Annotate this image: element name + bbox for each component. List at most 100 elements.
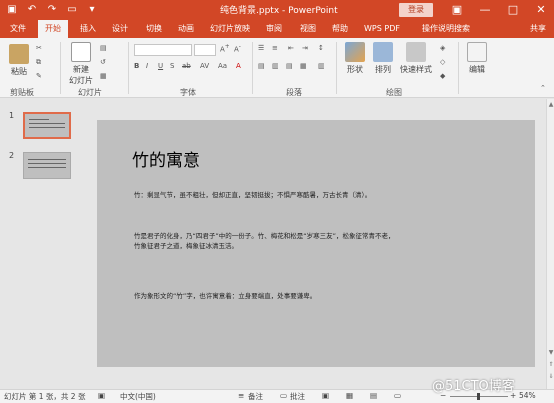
reading-view-icon[interactable]: ▤ bbox=[370, 391, 377, 400]
columns-icon[interactable]: ▥ bbox=[318, 62, 325, 74]
window-title: 纯色背景.pptx - PowerPoint bbox=[220, 6, 338, 16]
reset-icon[interactable]: ↺ bbox=[100, 58, 106, 70]
language-status[interactable]: 中文(中国) bbox=[120, 391, 156, 402]
align-center-icon[interactable]: ▥ bbox=[272, 62, 279, 74]
slide-paragraph-1[interactable]: 竹：剩显气节，虽不粗壮，但却正直，坚韧挺拔；不惧严寒酷暑，万古长青（清）。 bbox=[134, 190, 371, 200]
cut-icon[interactable]: ✂ bbox=[36, 44, 42, 56]
tell-me-search[interactable]: 操作说明搜索 bbox=[412, 20, 480, 38]
align-left-icon[interactable]: ▤ bbox=[258, 62, 265, 74]
quick-styles-button[interactable]: 快速样式 bbox=[398, 42, 434, 75]
comments-icon[interactable]: ▭ bbox=[280, 391, 287, 400]
tab-slideshow[interactable]: 幻灯片放映 bbox=[204, 20, 256, 38]
comments-button[interactable]: 批注 bbox=[290, 391, 305, 402]
undo-icon[interactable]: ↶ bbox=[24, 2, 40, 18]
ribbon-display-options-icon[interactable]: ▣ bbox=[444, 0, 470, 20]
decrease-indent-icon[interactable]: ⇤ bbox=[288, 44, 294, 56]
save-icon[interactable]: ▣ bbox=[4, 2, 20, 18]
font-name-box[interactable] bbox=[134, 44, 192, 56]
editing-button[interactable]: 编辑 bbox=[464, 42, 490, 75]
shapes-icon bbox=[345, 42, 365, 62]
tab-help[interactable]: 帮助 bbox=[326, 20, 354, 38]
start-slideshow-icon[interactable]: ▭ bbox=[64, 2, 80, 18]
previous-slide-icon[interactable]: ⇑ bbox=[547, 361, 554, 369]
arrange-label: 排列 bbox=[375, 65, 391, 74]
shapes-button[interactable]: 形状 bbox=[342, 42, 368, 75]
spellcheck-icon[interactable]: ▣ bbox=[98, 391, 105, 400]
redo-icon[interactable]: ↷ bbox=[44, 2, 60, 18]
customize-qat-icon[interactable]: ▾ bbox=[84, 2, 100, 18]
scroll-up-icon[interactable]: ▲ bbox=[547, 101, 554, 109]
quick-access-toolbar: ▣ ↶ ↷ ▭ ▾ bbox=[4, 2, 104, 18]
font-color-icon[interactable]: A bbox=[236, 62, 241, 74]
tab-view[interactable]: 视图 bbox=[294, 20, 322, 38]
tab-file[interactable]: 文件 bbox=[4, 20, 32, 38]
change-case-icon[interactable]: Aa bbox=[218, 62, 227, 74]
tab-animations[interactable]: 动画 bbox=[172, 20, 200, 38]
tab-design[interactable]: 设计 bbox=[106, 20, 134, 38]
slide-thumbnail-2[interactable] bbox=[23, 152, 71, 179]
login-button[interactable]: 登录 bbox=[399, 3, 433, 17]
section-icon[interactable]: ▦ bbox=[100, 72, 107, 84]
shape-fill-icon[interactable]: ◈ bbox=[440, 44, 445, 56]
shape-outline-icon[interactable]: ◇ bbox=[440, 58, 445, 70]
strikethrough-icon[interactable]: ab bbox=[182, 62, 191, 74]
scroll-down-icon[interactable]: ▼ bbox=[547, 349, 554, 357]
collapse-ribbon-icon[interactable]: ⌃ bbox=[540, 84, 546, 96]
notes-button[interactable]: 备注 bbox=[248, 391, 263, 402]
slide-paragraph-2a[interactable]: 竹是君子的化身，乃“四君子”中的一份子。竹、梅花和松是“岁寒三友”，松象征常青不… bbox=[134, 231, 394, 241]
italic-icon[interactable]: I bbox=[146, 62, 148, 74]
slideshow-view-icon[interactable]: ▭ bbox=[394, 391, 401, 400]
format-painter-icon[interactable]: ✎ bbox=[36, 72, 42, 84]
slides-group-label: 幻灯片 bbox=[78, 88, 102, 97]
bold-icon[interactable]: B bbox=[134, 62, 139, 74]
new-slide-label-2: 幻灯片 bbox=[69, 76, 93, 85]
paragraph-group-label: 段落 bbox=[286, 88, 302, 97]
slide-sorter-icon[interactable]: ▦ bbox=[346, 391, 353, 400]
slide-paragraph-2b[interactable]: 竹象征君子之道，梅象征冰清玉洁。 bbox=[134, 241, 238, 251]
tab-transitions[interactable]: 切换 bbox=[140, 20, 168, 38]
bullets-icon[interactable]: ☰ bbox=[258, 44, 264, 56]
tab-review[interactable]: 审阅 bbox=[260, 20, 288, 38]
vertical-scrollbar[interactable]: ▲ ▼ ⇑ ⇓ bbox=[546, 99, 554, 389]
watermark: @51CTO博客 bbox=[432, 379, 515, 394]
minimize-icon[interactable]: — bbox=[472, 0, 498, 20]
clipboard-group-label: 剪贴板 bbox=[10, 88, 34, 97]
tab-wps-pdf[interactable]: WPS PDF bbox=[360, 20, 404, 38]
arrange-button[interactable]: 排列 bbox=[370, 42, 396, 75]
close-icon[interactable]: ✕ bbox=[528, 0, 554, 20]
maximize-icon[interactable]: □ bbox=[500, 0, 526, 20]
copy-icon[interactable]: ⧉ bbox=[36, 58, 41, 70]
grow-font-icon[interactable]: A+ bbox=[220, 44, 230, 56]
tab-insert[interactable]: 插入 bbox=[74, 20, 102, 38]
zoom-level[interactable]: 54% bbox=[519, 391, 536, 400]
shape-effects-icon[interactable]: ◆ bbox=[440, 72, 445, 84]
layout-icon[interactable]: ▤ bbox=[100, 44, 107, 56]
slide-title[interactable]: 竹的寓意 bbox=[132, 146, 200, 171]
font-group-label: 字体 bbox=[180, 88, 196, 97]
tab-home[interactable]: 开始 bbox=[38, 20, 68, 38]
paste-button[interactable]: 粘贴 bbox=[6, 44, 32, 77]
line-spacing-icon[interactable]: ↕ bbox=[318, 44, 324, 56]
underline-icon[interactable]: U bbox=[158, 62, 163, 74]
zoom-slider-thumb[interactable] bbox=[477, 393, 480, 400]
slide-thumbnail-1[interactable] bbox=[23, 112, 71, 139]
new-slide-button[interactable]: 新建 幻灯片 bbox=[66, 42, 96, 86]
align-right-icon[interactable]: ▤ bbox=[286, 62, 293, 74]
notes-icon[interactable]: ≡ bbox=[238, 391, 244, 400]
slide-number: 2 bbox=[9, 151, 15, 160]
justify-icon[interactable]: ▦ bbox=[300, 62, 307, 74]
slide-count-status: 幻灯片 第 1 张，共 2 张 bbox=[4, 392, 86, 401]
group-divider bbox=[128, 42, 129, 94]
next-slide-icon[interactable]: ⇓ bbox=[547, 373, 554, 381]
increase-indent-icon[interactable]: ⇥ bbox=[302, 44, 308, 56]
char-spacing-icon[interactable]: AV bbox=[200, 62, 209, 74]
share-button[interactable]: 共享 bbox=[530, 20, 546, 38]
shrink-font-icon[interactable]: A- bbox=[234, 44, 241, 56]
normal-view-icon[interactable]: ▣ bbox=[322, 391, 329, 400]
numbering-icon[interactable]: ≡ bbox=[272, 44, 278, 56]
font-size-box[interactable] bbox=[194, 44, 216, 56]
slide-paragraph-3[interactable]: 作为象形文的“竹”字，也许寓意着：立身要端直，处事要谦卑。 bbox=[134, 291, 316, 301]
current-slide[interactable]: 竹的寓意 竹：剩显气节，虽不粗壮，但却正直，坚韧挺拔；不惧严寒酷暑，万古长青（清… bbox=[97, 120, 535, 367]
shadow-icon[interactable]: S bbox=[170, 62, 174, 74]
new-slide-label: 新建 bbox=[73, 65, 89, 74]
